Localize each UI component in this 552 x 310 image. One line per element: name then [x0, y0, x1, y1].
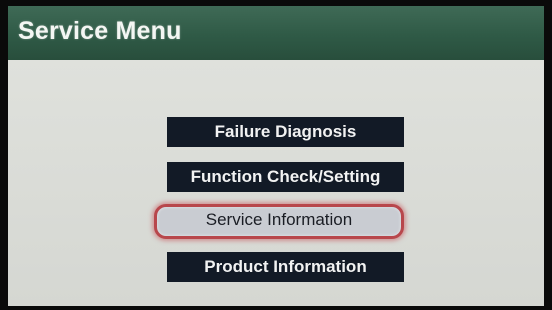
menu-panel: Failure Diagnosis Function Check/Setting…	[8, 60, 544, 306]
title-bar: Service Menu	[8, 6, 544, 60]
page-title: Service Menu	[18, 17, 182, 45]
screen-glare	[38, 96, 358, 110]
failure-diagnosis-button[interactable]: Failure Diagnosis	[167, 117, 404, 147]
service-information-button[interactable]: Service Information	[154, 204, 404, 239]
product-information-button[interactable]: Product Information	[167, 252, 404, 282]
function-check-setting-button[interactable]: Function Check/Setting	[167, 162, 404, 192]
device-bezel: Service Menu Failure Diagnosis Function …	[0, 0, 552, 310]
display-screen: Service Menu Failure Diagnosis Function …	[8, 6, 544, 306]
